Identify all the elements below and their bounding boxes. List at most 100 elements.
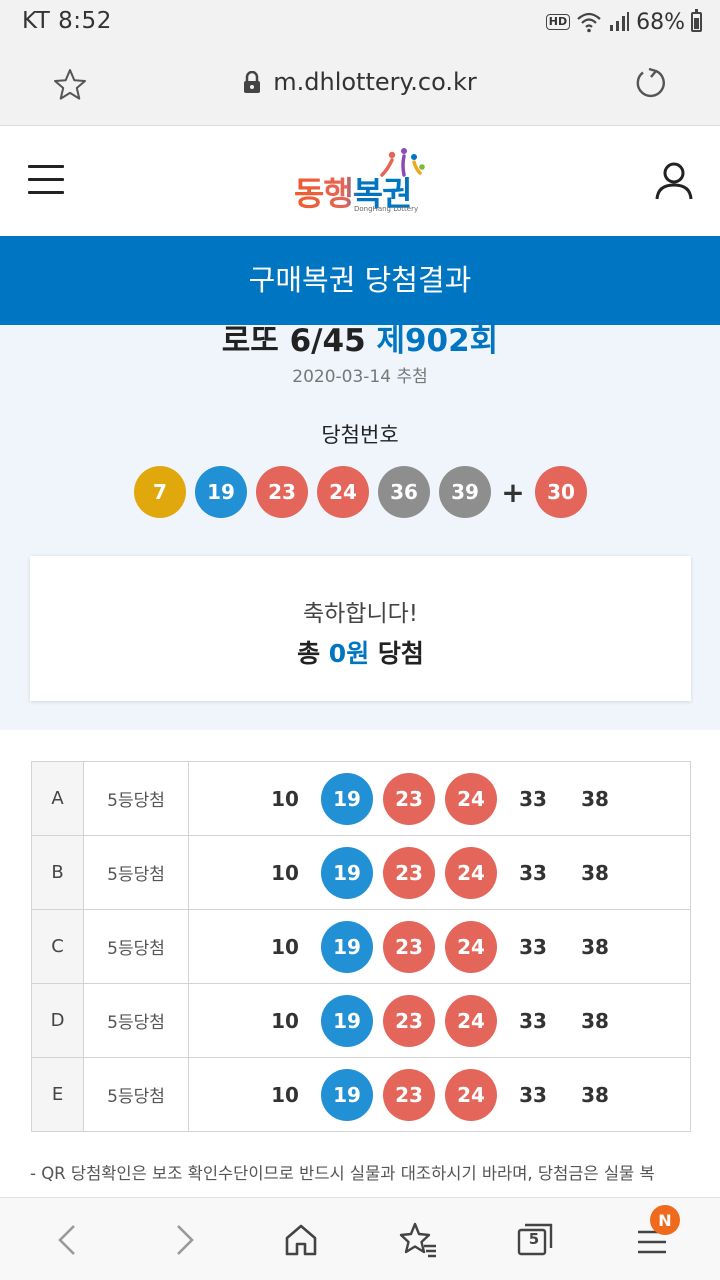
site-logo[interactable]: 동행복권 DongHang Lottery xyxy=(294,147,434,219)
table-row: D 5등당첨 10 19 23 24 33 38 xyxy=(32,984,690,1058)
total-amount: 0원 xyxy=(328,639,370,668)
ticket-number: 38 xyxy=(581,860,609,885)
clock: 8:52 xyxy=(58,8,112,34)
ticket-number: 33 xyxy=(519,1008,547,1033)
ticket-number: 33 xyxy=(519,786,547,811)
lock-icon xyxy=(244,71,261,93)
ticket-number: 38 xyxy=(581,1008,609,1033)
ticket-numbers: 10 19 23 24 33 38 xyxy=(189,1058,690,1131)
signal-icon xyxy=(610,12,630,31)
ticket-number: 33 xyxy=(519,1082,547,1107)
matched-number-ball: 19 xyxy=(321,1068,373,1121)
draw-date: 2020-03-14 추첨 xyxy=(292,367,428,387)
matched-number-ball: 23 xyxy=(383,994,435,1047)
ticket-number: 38 xyxy=(581,786,609,811)
menu-badge: N xyxy=(650,1205,680,1235)
total-suffix: 당첨 xyxy=(377,639,424,668)
ticket-numbers: 10 19 23 24 33 38 xyxy=(189,910,690,983)
tabs-button[interactable]: 5 xyxy=(515,1220,555,1260)
reload-icon[interactable] xyxy=(634,66,668,102)
matched-number-ball: 19 xyxy=(321,920,373,973)
winning-ball: 36 xyxy=(378,466,430,518)
matched-number-ball: 19 xyxy=(321,846,373,899)
ticket-letter: C xyxy=(32,910,84,983)
bonus-plus: + xyxy=(501,475,525,509)
ticket-number: 10 xyxy=(271,1082,299,1107)
winning-ball: 24 xyxy=(317,466,369,518)
ticket-table: A 5등당첨 10 19 23 24 33 38 B 5등당첨 10 19 23 24 33 38 C 5등당첨 1… xyxy=(31,761,691,1132)
winning-ball: 7 xyxy=(134,466,186,518)
ticket-number: 10 xyxy=(271,1008,299,1033)
ticket-numbers: 10 19 23 24 33 38 xyxy=(189,836,690,909)
matched-number-ball: 23 xyxy=(383,1068,435,1121)
total-prefix: 총 xyxy=(297,639,321,668)
logo-subtitle: DongHang Lottery xyxy=(354,205,419,213)
tab-count: 5 xyxy=(528,1230,540,1248)
page-title: 구매복권 당첨결과 xyxy=(0,236,720,325)
ticket-number: 33 xyxy=(519,860,547,885)
total-prize: 총 0원 당첨 xyxy=(30,634,691,670)
back-icon[interactable] xyxy=(48,1220,88,1260)
site-header: 동행복권 DongHang Lottery xyxy=(0,127,720,236)
menu-icon[interactable] xyxy=(28,165,64,197)
ticket-letter: A xyxy=(32,762,84,835)
ticket-numbers: 10 19 23 24 33 38 xyxy=(189,762,690,835)
matched-number-ball: 19 xyxy=(321,994,373,1047)
result-box: 축하합니다! 총 0원 당첨 xyxy=(30,556,691,701)
ticket-number: 10 xyxy=(271,786,299,811)
forward-icon[interactable] xyxy=(164,1220,204,1260)
matched-number-ball: 19 xyxy=(321,772,373,825)
bonus-ball: 30 xyxy=(535,466,587,518)
matched-number-ball: 23 xyxy=(383,772,435,825)
url-text: m.dhlottery.co.kr xyxy=(273,68,477,96)
ticket-letter: D xyxy=(32,984,84,1057)
ticket-number: 10 xyxy=(271,934,299,959)
table-row: A 5등당첨 10 19 23 24 33 38 xyxy=(32,762,690,836)
home-icon[interactable] xyxy=(281,1220,321,1260)
bookmarks-icon[interactable] xyxy=(398,1220,438,1260)
battery-percent: 68% xyxy=(636,9,685,35)
ticket-number: 38 xyxy=(581,934,609,959)
matched-number-ball: 24 xyxy=(445,772,497,825)
draw-title: 로또 6/45 제902회 xyxy=(0,325,720,360)
matched-number-ball: 24 xyxy=(445,1068,497,1121)
table-row: C 5등당첨 10 19 23 24 33 38 xyxy=(32,910,690,984)
winning-numbers-label: 당첨번호 xyxy=(321,423,399,447)
notice-text: - QR 당첨확인은 보조 확인수단이므로 반드시 실물과 대조하시기 바라며,… xyxy=(30,1164,655,1183)
user-icon[interactable] xyxy=(654,161,694,201)
ticket-rank: 5등당첨 xyxy=(84,1058,189,1131)
ticket-number: 10 xyxy=(271,860,299,885)
winning-ball: 23 xyxy=(256,466,308,518)
winning-ball: 39 xyxy=(439,466,491,518)
table-row: E 5등당첨 10 19 23 24 33 38 xyxy=(32,1058,690,1131)
battery-icon xyxy=(691,9,702,32)
status-bar: KT 8:52 HD 68% xyxy=(0,0,720,46)
table-row: B 5등당첨 10 19 23 24 33 38 xyxy=(32,836,690,910)
draw-round: 제902회 xyxy=(376,325,499,359)
status-right: HD 68% xyxy=(545,8,702,36)
game-name: 로또 6/45 xyxy=(221,325,366,359)
draw-summary: 로또 6/45 제902회 2020-03-14 추첨 당첨번호 7 19 23 24… xyxy=(0,325,720,730)
ticket-letter: E xyxy=(32,1058,84,1131)
ticket-rank: 5등당첨 xyxy=(84,984,189,1057)
ticket-letter: B xyxy=(32,836,84,909)
ticket-number: 33 xyxy=(519,934,547,959)
ticket-rank: 5등당첨 xyxy=(84,762,189,835)
matched-number-ball: 23 xyxy=(383,846,435,899)
matched-number-ball: 23 xyxy=(383,920,435,973)
congrats-text: 축하합니다! xyxy=(302,601,419,627)
carrier: KT xyxy=(22,8,51,34)
browser-url-bar: m.dhlottery.co.kr xyxy=(0,46,720,126)
winning-numbers: 7 19 23 24 36 39 +30 xyxy=(134,466,596,518)
matched-number-ball: 24 xyxy=(445,994,497,1047)
ticket-rank: 5등당첨 xyxy=(84,836,189,909)
matched-number-ball: 24 xyxy=(445,846,497,899)
wifi-icon xyxy=(577,12,601,33)
browser-bottom-nav: 5 xyxy=(0,1197,720,1280)
winning-ball: 19 xyxy=(195,466,247,518)
status-left: KT 8:52 xyxy=(22,8,112,34)
hd-icon: HD xyxy=(545,14,571,30)
ticket-number: 38 xyxy=(581,1082,609,1107)
matched-number-ball: 24 xyxy=(445,920,497,973)
address-field[interactable]: m.dhlottery.co.kr xyxy=(0,68,720,96)
